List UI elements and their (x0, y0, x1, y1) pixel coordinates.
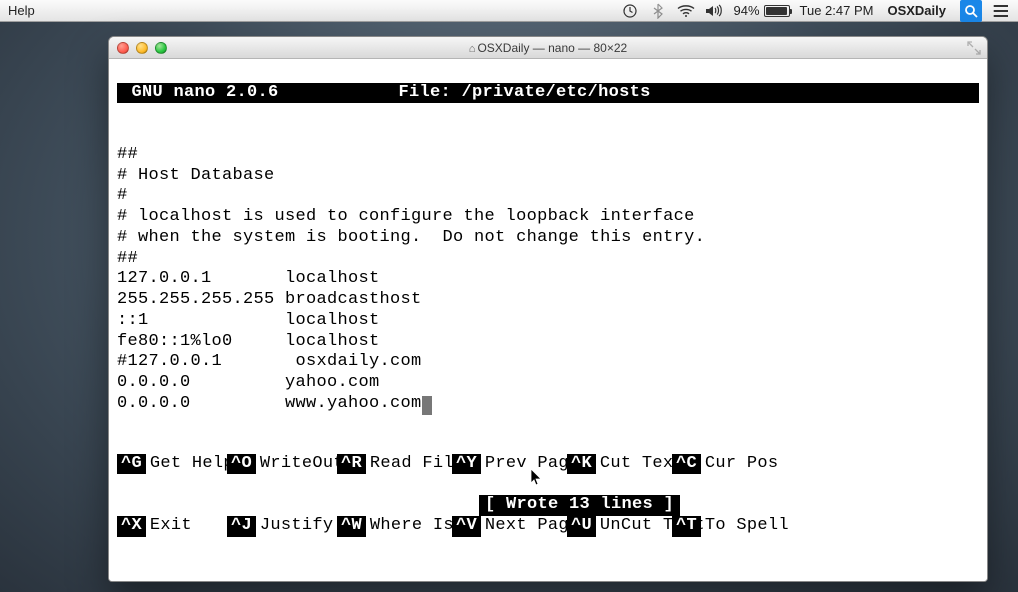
hosts-line: # Host Database (117, 166, 979, 187)
nano-program-label: GNU nano 2.0.6 (121, 83, 399, 104)
bluetooth-icon[interactable] (649, 2, 667, 20)
shortcut-label: To Spell (705, 516, 789, 537)
hosts-line: ## (117, 145, 979, 166)
help-menu[interactable]: Help (8, 3, 35, 18)
timemachine-icon[interactable] (621, 2, 639, 20)
shortcut-key: ^Y (452, 454, 481, 475)
nano-shortcut: ^UUnCut Text (567, 516, 672, 537)
terminal-content[interactable]: GNU nano 2.0.6File: /private/etc/hosts #… (109, 59, 987, 581)
shortcut-key: ^W (337, 516, 366, 537)
nano-shortcut: ^GGet Help (117, 454, 227, 475)
shortcut-label: Prev Page (485, 454, 580, 475)
shortcut-label: Cur Pos (705, 454, 779, 475)
battery-icon (764, 5, 790, 17)
hosts-line: # localhost is used to configure the loo… (117, 207, 979, 228)
shortcut-key: ^R (337, 454, 366, 475)
nano-shortcut: ^CCur Pos (672, 454, 772, 475)
nano-shortcut: ^XExit (117, 516, 227, 537)
shortcut-label: Where Is (370, 516, 454, 537)
hosts-line: 0.0.0.0 yahoo.com (117, 373, 979, 394)
shortcut-label: Get Help (150, 454, 234, 475)
hosts-line: #127.0.0.1 osxdaily.com (117, 352, 979, 373)
shortcut-key: ^V (452, 516, 481, 537)
window-title: ⌂OSXDaily — nano — 80×22 (109, 41, 987, 55)
nano-file-label: File: /private/etc/hosts (399, 83, 651, 104)
battery-pct-label: 94% (733, 3, 759, 18)
empty-line (117, 124, 128, 143)
shortcut-label: WriteOut (260, 454, 344, 475)
notification-center-icon[interactable] (992, 2, 1010, 20)
home-icon: ⌂ (469, 43, 476, 55)
hosts-line: # when the system is booting. Do not cha… (117, 228, 979, 249)
hosts-line: ::1 localhost (117, 311, 979, 332)
shortcut-key: ^G (117, 454, 146, 475)
shortcut-key: ^T (672, 516, 701, 537)
shortcut-key: ^K (567, 454, 596, 475)
shortcut-key: ^U (567, 516, 596, 537)
fullscreen-icon[interactable] (967, 41, 981, 55)
hosts-line: ## (117, 249, 979, 270)
macos-menubar: Help 94% Tue 2:47 PM OSXDaily (0, 0, 1018, 22)
nano-shortcut: ^VNext Page (452, 516, 567, 537)
shortcut-label: Read File (370, 454, 465, 475)
shortcut-label: Justify (260, 516, 334, 537)
hosts-line: # (117, 186, 979, 207)
nano-shortcut: ^KCut Text (567, 454, 672, 475)
shortcut-key: ^C (672, 454, 701, 475)
window-titlebar[interactable]: ⌂OSXDaily — nano — 80×22 (109, 37, 987, 59)
hosts-line: 255.255.255.255 broadcasthost (117, 290, 979, 311)
terminal-window: ⌂OSXDaily — nano — 80×22 GNU nano 2.0.6F… (108, 36, 988, 582)
nano-header: GNU nano 2.0.6File: /private/etc/hosts (117, 83, 979, 104)
hosts-line: fe80::1%lo0 localhost (117, 332, 979, 353)
menubar-clock[interactable]: Tue 2:47 PM (800, 3, 874, 18)
active-app-name[interactable]: OSXDaily (883, 3, 950, 18)
shortcut-key: ^J (227, 516, 256, 537)
nano-shortcut: ^RRead File (337, 454, 452, 475)
hosts-file-content: ### Host Database## localhost is used to… (117, 145, 979, 415)
nano-shortcut: ^YPrev Page (452, 454, 567, 475)
nano-shortcut-bar: ^GGet Help^OWriteOut^RRead File^YPrev Pa… (117, 412, 979, 578)
spotlight-icon[interactable] (960, 0, 982, 22)
window-close-button[interactable] (117, 42, 129, 54)
window-minimize-button[interactable] (136, 42, 148, 54)
nano-shortcut: ^JJustify (227, 516, 337, 537)
volume-icon[interactable] (705, 2, 723, 20)
wifi-icon[interactable] (677, 2, 695, 20)
nano-shortcut: ^TTo Spell (672, 516, 772, 537)
shortcut-label: Next Page (485, 516, 580, 537)
nano-shortcut: ^WWhere Is (337, 516, 452, 537)
shortcut-key: ^X (117, 516, 146, 537)
shortcut-label: Exit (150, 516, 192, 537)
hosts-line: 127.0.0.1 localhost (117, 269, 979, 290)
window-zoom-button[interactable] (155, 42, 167, 54)
battery-status[interactable]: 94% (733, 3, 789, 18)
shortcut-key: ^O (227, 454, 256, 475)
nano-shortcut: ^OWriteOut (227, 454, 337, 475)
